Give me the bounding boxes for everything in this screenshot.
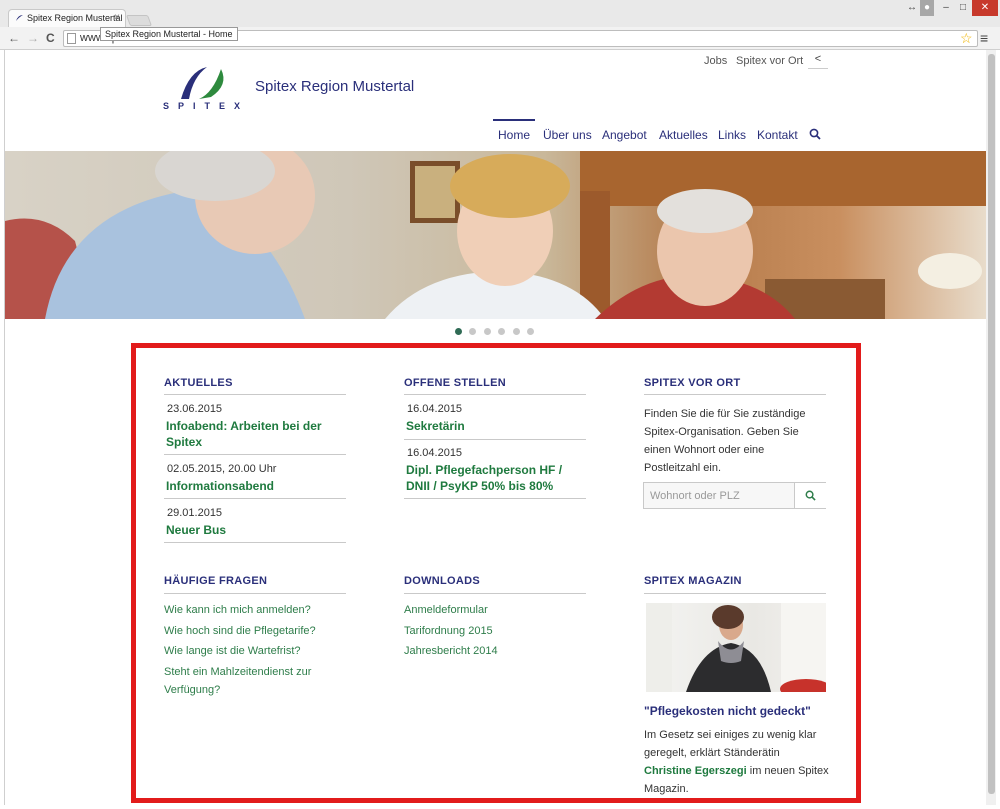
search-icon — [805, 490, 816, 501]
location-search-button[interactable] — [794, 483, 826, 508]
magazine-text: geregelt, erklärt Ständerätin — [644, 747, 780, 759]
news-link[interactable]: Spitex — [166, 434, 202, 450]
hero-image — [5, 151, 986, 319]
browser-chrome: Spitex Region Mustertal - × ↔ ● – □ ✕ ← … — [0, 0, 1000, 50]
faq-link[interactable]: Wie lange ist die Wartefrist? — [164, 642, 301, 660]
top-link-spitex-vor-ort[interactable]: Spitex vor Ort — [736, 55, 803, 67]
spitex-favicon-icon — [16, 15, 23, 21]
news-date: 29.01.2015 — [167, 507, 223, 519]
new-tab-button[interactable] — [125, 15, 153, 26]
carousel-dot[interactable] — [498, 328, 505, 335]
top-link-jobs[interactable]: Jobs — [704, 55, 727, 67]
restore-arrows-icon[interactable]: ↔ — [905, 0, 919, 16]
section-title-faq: HÄUFIGE FRAGEN — [164, 575, 268, 587]
job-link[interactable]: Dipl. Pflegefachperson HF / — [406, 462, 562, 478]
share-icon[interactable]: < — [808, 53, 828, 69]
browser-tab[interactable]: Spitex Region Mustertal - × — [8, 9, 126, 27]
faq-link[interactable]: Steht ein Mahlzeitendienst zur — [164, 663, 311, 681]
location-search — [643, 482, 826, 509]
job-date: 16.04.2015 — [407, 447, 463, 459]
tab-title: Spitex Region Mustertal - — [27, 13, 126, 23]
maximize-icon[interactable]: □ — [955, 0, 971, 16]
faq-link[interactable]: Wie kann ich mich anmelden? — [164, 601, 311, 619]
back-icon[interactable]: ← — [8, 31, 20, 45]
section-title-magazin: SPITEX MAGAZIN — [644, 575, 742, 587]
minimize-icon[interactable]: – — [938, 0, 954, 16]
divider — [164, 454, 346, 455]
section-title-downloads: DOWNLOADS — [404, 575, 481, 587]
reload-icon[interactable]: C — [46, 31, 55, 45]
magazine-text-line: Christine Egerszegi im neuen Spitex — [644, 762, 829, 780]
tab-tooltip: Spitex Region Mustertal - Home — [100, 27, 238, 41]
magazine-text: Magazin. — [644, 783, 689, 795]
tab-close-icon[interactable]: × — [114, 10, 120, 26]
browser-menu-icon[interactable]: ≡ — [980, 30, 988, 46]
logo-wordmark: SPITEX — [163, 101, 250, 111]
job-link[interactable]: Sekretärin — [406, 418, 465, 434]
search-icon[interactable] — [809, 128, 821, 140]
job-link[interactable]: DNII / PsyKP 50% bis 80% — [406, 478, 553, 494]
divider — [164, 542, 346, 543]
carousel-dot[interactable] — [484, 328, 491, 335]
close-window-icon[interactable]: ✕ — [972, 0, 998, 16]
hero-photo-illustration — [5, 151, 986, 319]
magazine-name-link[interactable]: Christine Egerszegi — [644, 765, 747, 777]
location-search-input[interactable] — [644, 483, 794, 508]
job-date: 16.04.2015 — [407, 403, 463, 415]
nav-angebot[interactable]: Angebot — [602, 128, 647, 142]
page-icon — [67, 33, 76, 44]
scrollbar-thumb[interactable] — [988, 54, 995, 794]
section-title-vor-ort: SPITEX VOR ORT — [644, 377, 741, 389]
news-link[interactable]: Neuer Bus — [166, 522, 226, 538]
news-link[interactable]: Infoabend: Arbeiten bei der — [166, 418, 322, 434]
section-title-aktuelles: AKTUELLES — [164, 377, 233, 389]
magazine-text: im neuen Spitex — [746, 765, 829, 777]
divider — [164, 498, 346, 499]
vor-ort-text: einen Wohnort oder eine — [644, 444, 765, 456]
divider — [404, 593, 586, 594]
forward-icon[interactable]: → — [27, 31, 39, 45]
carousel-dot[interactable] — [513, 328, 520, 335]
faq-link[interactable]: Verfügung? — [164, 681, 220, 699]
divider — [644, 394, 826, 395]
divider — [404, 498, 586, 499]
nav-links[interactable]: Links — [718, 128, 746, 142]
download-link[interactable]: Jahresbericht 2014 — [404, 642, 498, 660]
divider — [404, 394, 586, 395]
magazine-text: Im Gesetz sei einiges zu wenig klar — [644, 729, 817, 741]
magazine-photo-illustration — [646, 603, 826, 692]
magazine-headline[interactable]: "Pflegekosten nicht gedeckt" — [644, 704, 811, 718]
site-title[interactable]: Spitex Region Mustertal — [255, 78, 414, 95]
divider — [404, 439, 586, 440]
carousel-dot[interactable] — [469, 328, 476, 335]
vor-ort-text: Postleitzahl ein. — [644, 462, 722, 474]
news-link[interactable]: Informationsabend — [166, 478, 274, 494]
divider — [164, 394, 346, 395]
section-title-offene-stellen: OFFENE STELLEN — [404, 377, 506, 389]
nav-home[interactable]: Home — [493, 119, 535, 142]
vor-ort-text: Spitex-Organisation. Geben Sie — [644, 426, 799, 438]
carousel-dot[interactable] — [455, 328, 462, 335]
download-link[interactable]: Tarifordnung 2015 — [404, 622, 493, 640]
download-link[interactable]: Anmeldeformular — [404, 601, 488, 619]
magazine-photo[interactable] — [646, 603, 826, 692]
bookmark-star-icon[interactable]: ☆ — [960, 30, 973, 47]
user-icon[interactable]: ● — [920, 0, 934, 16]
divider — [164, 593, 346, 594]
faq-link[interactable]: Wie hoch sind die Pflegetarife? — [164, 622, 316, 640]
nav-aktuelles[interactable]: Aktuelles — [659, 128, 708, 142]
nav-ueber-uns[interactable]: Über uns — [543, 128, 592, 142]
carousel-dot[interactable] — [527, 328, 534, 335]
news-date: 23.06.2015 — [167, 403, 223, 415]
news-date: 02.05.2015, 20.00 Uhr — [167, 463, 277, 475]
divider — [644, 593, 826, 594]
nav-kontakt[interactable]: Kontakt — [757, 128, 798, 142]
vor-ort-text: Finden Sie die für Sie zuständige — [644, 408, 806, 420]
